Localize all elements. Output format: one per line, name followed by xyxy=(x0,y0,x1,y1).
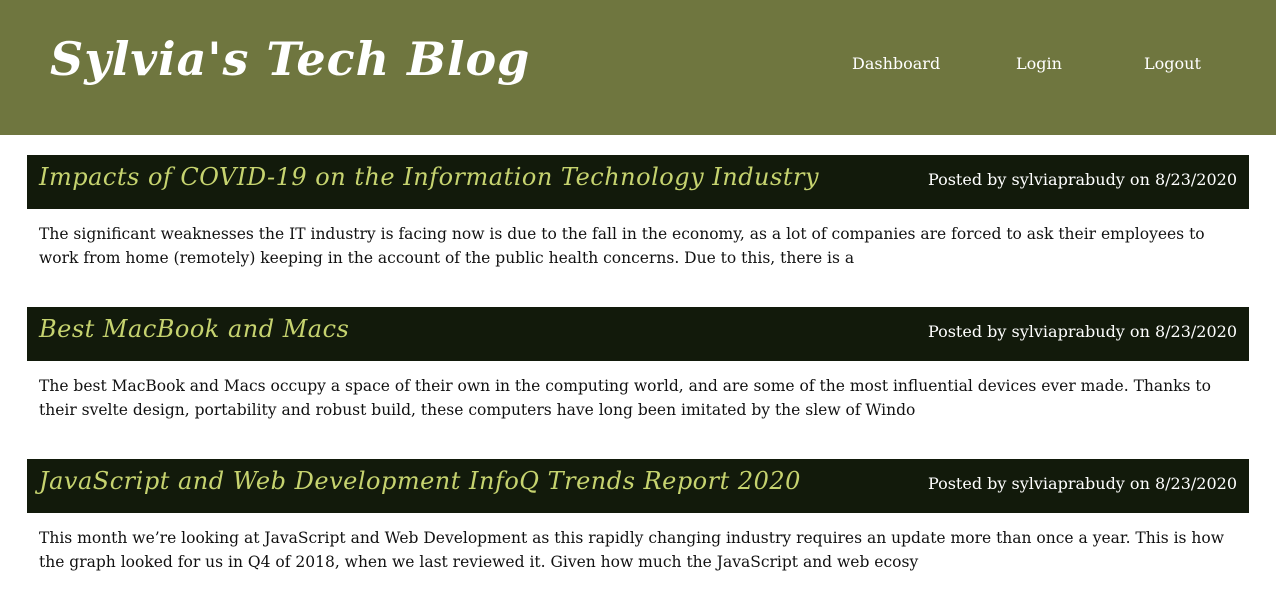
post-title-link[interactable]: Best MacBook and Macs xyxy=(39,315,349,343)
post-header: Impacts of COVID-19 on the Information T… xyxy=(27,155,1249,209)
post-title-link[interactable]: Impacts of COVID-19 on the Information T… xyxy=(39,163,819,191)
post-excerpt: The significant weaknesses the IT indust… xyxy=(39,225,1205,267)
site-header: Sylvia's Tech Blog Dashboard Login Logou… xyxy=(0,0,1276,135)
post-meta: Posted by sylviaprabudy on 8/23/2020 xyxy=(927,170,1237,189)
nav-logout-link[interactable]: Logout xyxy=(1144,54,1201,73)
post-header: Best MacBook and Macs Posted by sylviapr… xyxy=(27,307,1249,361)
post-header: JavaScript and Web Development InfoQ Tre… xyxy=(27,459,1249,513)
post-card: JavaScript and Web Development InfoQ Tre… xyxy=(27,459,1249,611)
nav-login-link[interactable]: Login xyxy=(1016,54,1062,73)
post-meta: Posted by sylviaprabudy on 8/23/2020 xyxy=(927,474,1237,493)
site-title[interactable]: Sylvia's Tech Blog xyxy=(50,32,530,86)
post-list: Impacts of COVID-19 on the Information T… xyxy=(27,155,1249,611)
post-card: Best MacBook and Macs Posted by sylviapr… xyxy=(27,307,1249,459)
main-nav: Dashboard Login Logout xyxy=(776,54,1276,76)
post-title-link[interactable]: JavaScript and Web Development InfoQ Tre… xyxy=(39,467,801,495)
post-card: Impacts of COVID-19 on the Information T… xyxy=(27,155,1249,307)
post-meta: Posted by sylviaprabudy on 8/23/2020 xyxy=(927,322,1237,341)
post-excerpt: The best MacBook and Macs occupy a space… xyxy=(39,377,1211,419)
post-excerpt: This month we’re looking at JavaScript a… xyxy=(39,529,1225,571)
nav-dashboard-link[interactable]: Dashboard xyxy=(852,54,940,73)
